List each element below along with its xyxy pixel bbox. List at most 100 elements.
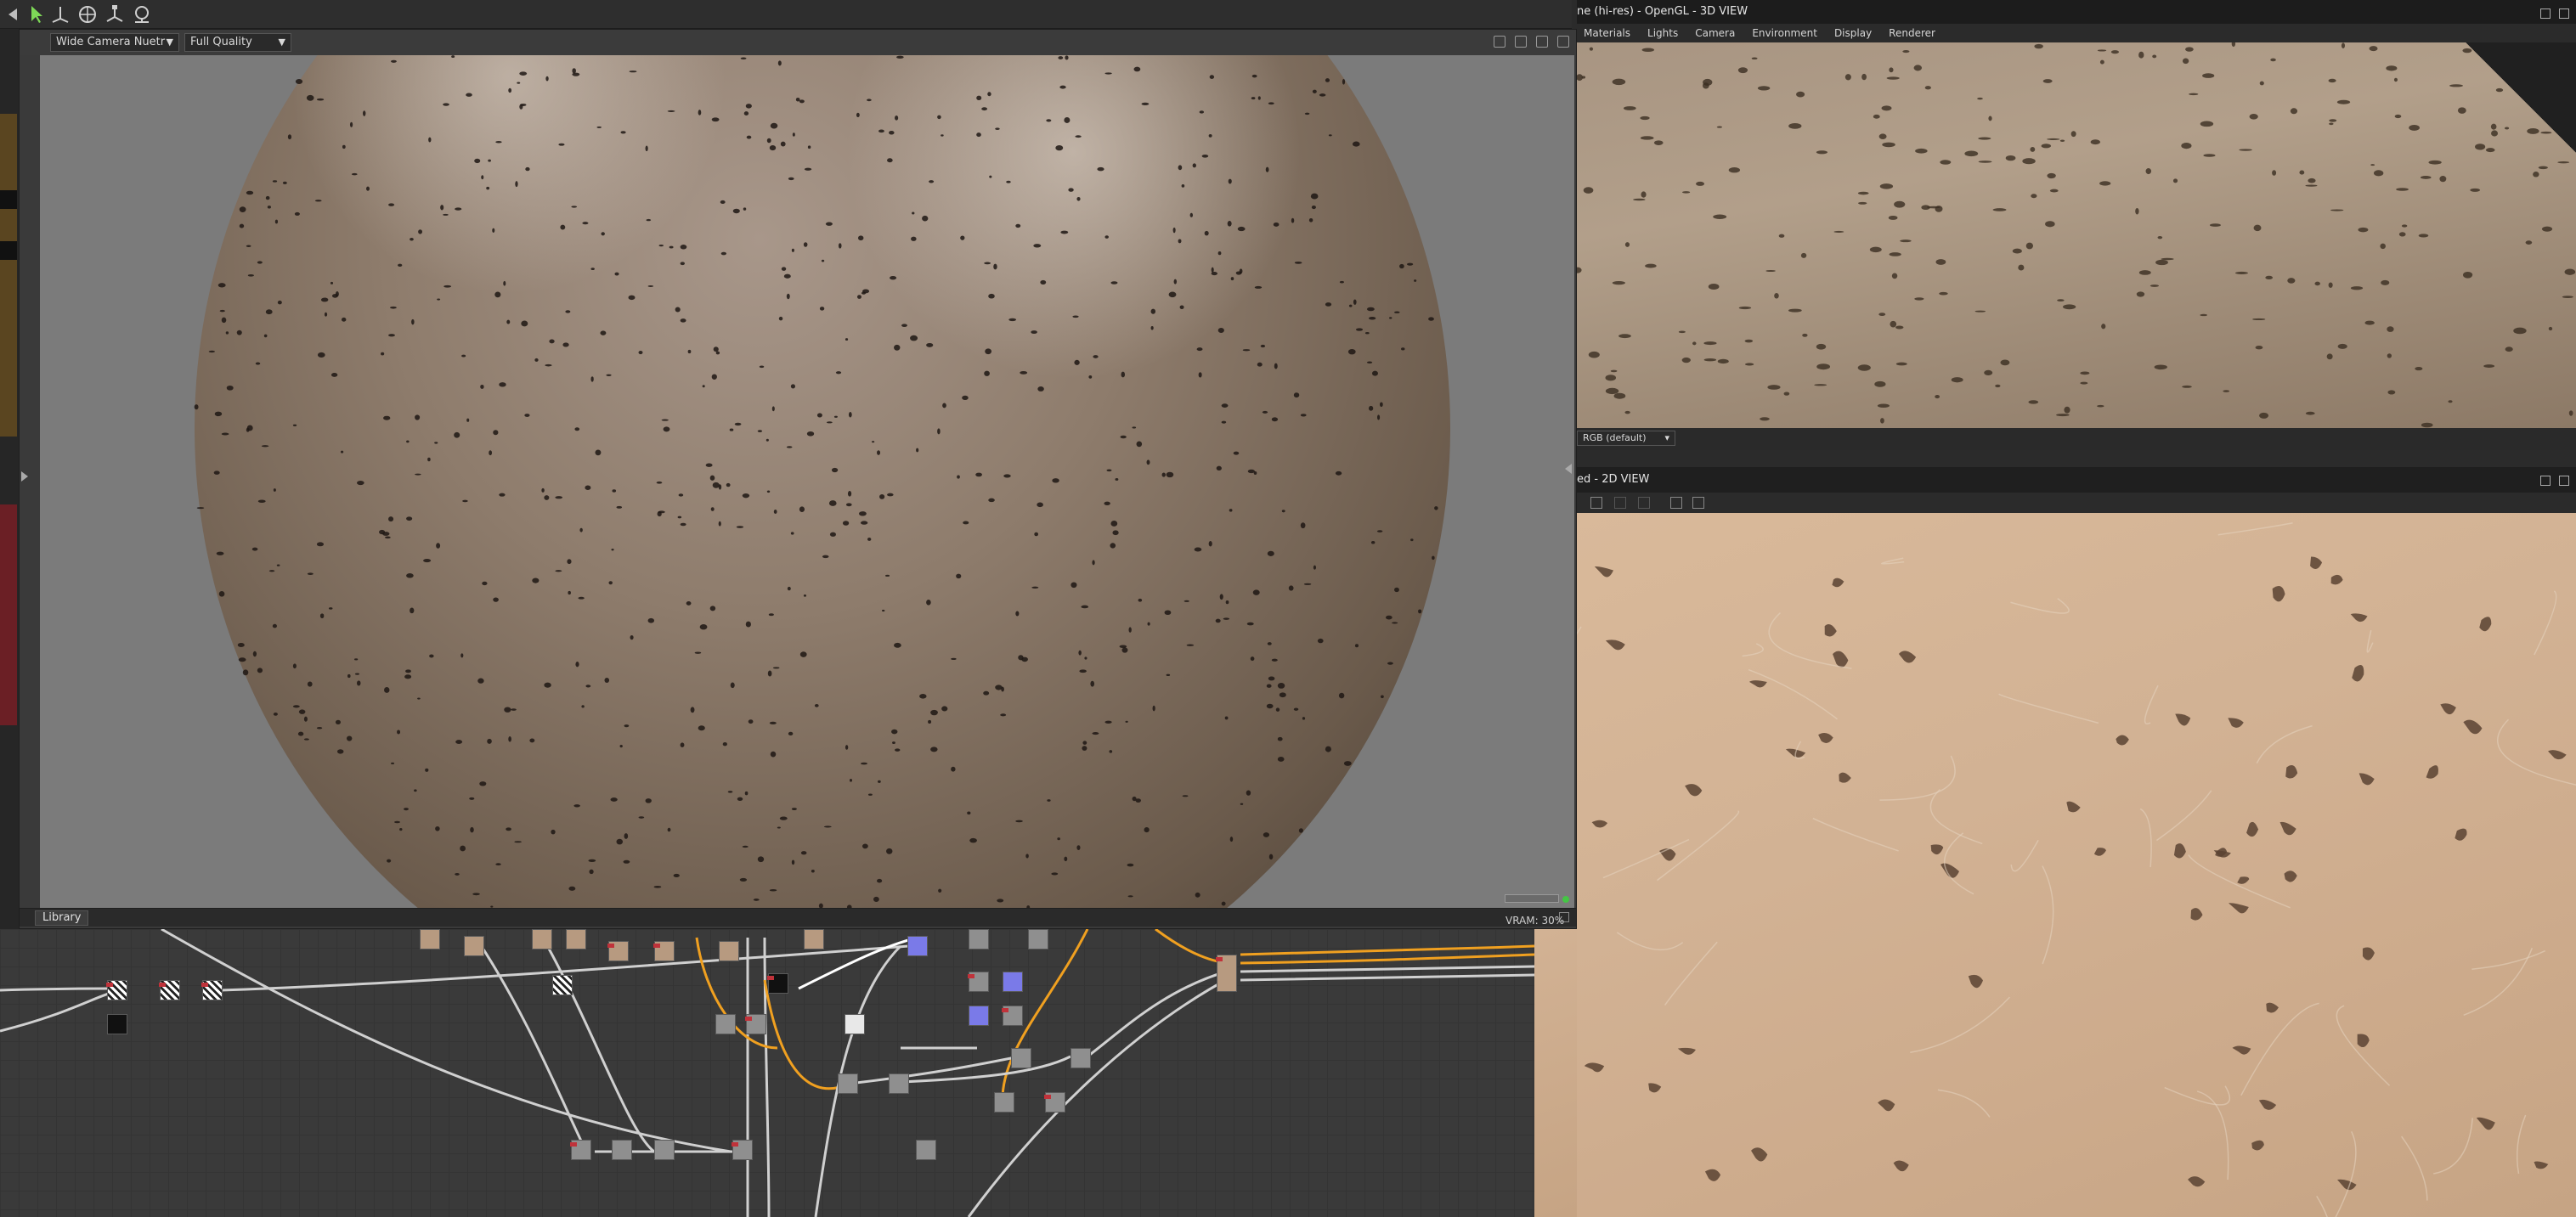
camera-dropdown[interactable]: Wide Camera Nuetr ▼ bbox=[50, 33, 179, 52]
pin-icon[interactable] bbox=[2540, 476, 2551, 486]
process-node[interactable] bbox=[1071, 1048, 1091, 1068]
blend-node[interactable] bbox=[719, 941, 739, 961]
process-node[interactable] bbox=[1002, 1006, 1023, 1026]
histogram-icon[interactable] bbox=[1692, 497, 1704, 509]
viewport-slider[interactable] bbox=[1505, 894, 1559, 903]
process-node[interactable] bbox=[1028, 929, 1048, 949]
pore-mark bbox=[596, 126, 602, 128]
select-cursor-icon[interactable] bbox=[25, 3, 48, 25]
layers-icon[interactable] bbox=[1614, 497, 1626, 509]
pore-mark bbox=[1051, 872, 1059, 876]
color-node[interactable] bbox=[1003, 972, 1023, 992]
pore-mark bbox=[2202, 73, 2215, 78]
render-viewport[interactable] bbox=[40, 55, 1574, 908]
process-node[interactable] bbox=[838, 1073, 858, 1094]
process-node[interactable] bbox=[745, 1014, 766, 1034]
noise-node[interactable] bbox=[552, 975, 573, 995]
color-node[interactable] bbox=[969, 1006, 989, 1026]
pore-mark bbox=[560, 224, 566, 230]
pore-mark bbox=[1115, 477, 1119, 481]
maximize-icon[interactable] bbox=[2559, 8, 2569, 19]
rotate-gizmo-icon[interactable] bbox=[76, 3, 99, 25]
snap-gizmo-icon[interactable] bbox=[131, 3, 153, 25]
pore-mark bbox=[1150, 325, 1154, 330]
noise-node[interactable] bbox=[159, 980, 180, 1000]
process-node[interactable] bbox=[889, 1073, 909, 1094]
process-node[interactable] bbox=[612, 1140, 632, 1160]
expand-icon[interactable] bbox=[1557, 36, 1569, 48]
menu-arrow-icon[interactable] bbox=[5, 3, 27, 25]
pore-mark bbox=[2401, 224, 2408, 228]
copy-icon[interactable] bbox=[1590, 497, 1602, 509]
menu-lights[interactable]: Lights bbox=[1647, 24, 1678, 42]
uv-icon[interactable] bbox=[1638, 497, 1650, 509]
uniform-color-node[interactable] bbox=[845, 1014, 865, 1034]
output-node[interactable] bbox=[1216, 955, 1237, 992]
menu-materials[interactable]: Materials bbox=[1584, 24, 1630, 42]
pore-mark bbox=[879, 494, 885, 499]
process-node[interactable] bbox=[994, 1092, 1014, 1113]
mask-node[interactable] bbox=[107, 1014, 127, 1034]
pore-mark bbox=[653, 886, 662, 888]
blend-node[interactable] bbox=[420, 929, 440, 949]
blend-node[interactable] bbox=[464, 936, 484, 956]
process-node[interactable] bbox=[1044, 1092, 1065, 1113]
tab-library[interactable]: Library bbox=[35, 910, 89, 926]
collapse-arrow-icon[interactable] bbox=[21, 471, 28, 482]
2d-texture-canvas[interactable] bbox=[1577, 513, 2576, 1217]
info-icon[interactable] bbox=[1670, 497, 1682, 509]
color-node[interactable] bbox=[907, 936, 928, 956]
process-node[interactable] bbox=[654, 1140, 675, 1160]
mask-node[interactable] bbox=[767, 973, 788, 994]
process-node[interactable] bbox=[916, 1140, 936, 1160]
pore-mark bbox=[2396, 188, 2409, 191]
pore-mark bbox=[680, 318, 686, 323]
process-node[interactable] bbox=[968, 972, 989, 992]
pore-mark bbox=[1633, 198, 1646, 201]
collapse-arrow-icon[interactable] bbox=[1565, 464, 1572, 474]
maximize-icon[interactable] bbox=[2559, 476, 2569, 486]
blend-node[interactable] bbox=[532, 929, 552, 949]
process-node[interactable] bbox=[715, 1014, 736, 1034]
quality-dropdown[interactable]: Full Quality ▼ bbox=[184, 33, 291, 52]
color-space-dropdown[interactable]: RGB (default) ▾ bbox=[1577, 431, 1675, 446]
noise-node[interactable] bbox=[106, 980, 127, 1000]
move-gizmo-icon[interactable] bbox=[49, 3, 71, 25]
pore-mark bbox=[1201, 154, 1209, 158]
blend-node[interactable] bbox=[653, 941, 675, 961]
process-node[interactable] bbox=[570, 1140, 591, 1160]
pore-mark bbox=[1927, 206, 1940, 209]
blend-node[interactable] bbox=[804, 929, 824, 949]
pore-mark bbox=[2421, 422, 2433, 428]
pore-mark bbox=[860, 521, 868, 525]
pore-mark bbox=[1164, 610, 1172, 616]
process-node[interactable] bbox=[732, 1140, 753, 1160]
pore-mark bbox=[330, 281, 334, 285]
blend-node[interactable] bbox=[607, 941, 629, 961]
menu-display[interactable]: Display bbox=[1834, 24, 1872, 42]
process-node[interactable] bbox=[969, 929, 989, 949]
node-graph[interactable] bbox=[0, 929, 1534, 1217]
pore-mark bbox=[729, 428, 734, 431]
pore-mark bbox=[886, 848, 893, 854]
pore-mark bbox=[524, 414, 530, 417]
settings-icon[interactable] bbox=[1493, 36, 1505, 48]
pore-mark bbox=[443, 213, 449, 216]
3d-view-canvas[interactable] bbox=[1577, 42, 2576, 428]
menu-environment[interactable]: Environment bbox=[1752, 24, 1817, 42]
scale-gizmo-icon[interactable] bbox=[104, 3, 126, 25]
pin-icon[interactable] bbox=[2540, 8, 2551, 19]
pore-mark bbox=[984, 262, 991, 265]
pore-mark bbox=[397, 730, 401, 735]
noise-node[interactable] bbox=[201, 980, 223, 1000]
pore-mark bbox=[601, 232, 605, 236]
menu-camera[interactable]: Camera bbox=[1695, 24, 1735, 42]
pore-mark bbox=[911, 236, 917, 241]
split-icon[interactable] bbox=[1514, 36, 1527, 48]
frame-icon[interactable] bbox=[1535, 36, 1548, 48]
process-node[interactable] bbox=[1011, 1048, 1031, 1068]
blend-node[interactable] bbox=[566, 929, 586, 949]
menu-renderer[interactable]: Renderer bbox=[1889, 24, 1935, 42]
pore-mark bbox=[1110, 521, 1118, 527]
pore-mark bbox=[1428, 317, 1434, 321]
